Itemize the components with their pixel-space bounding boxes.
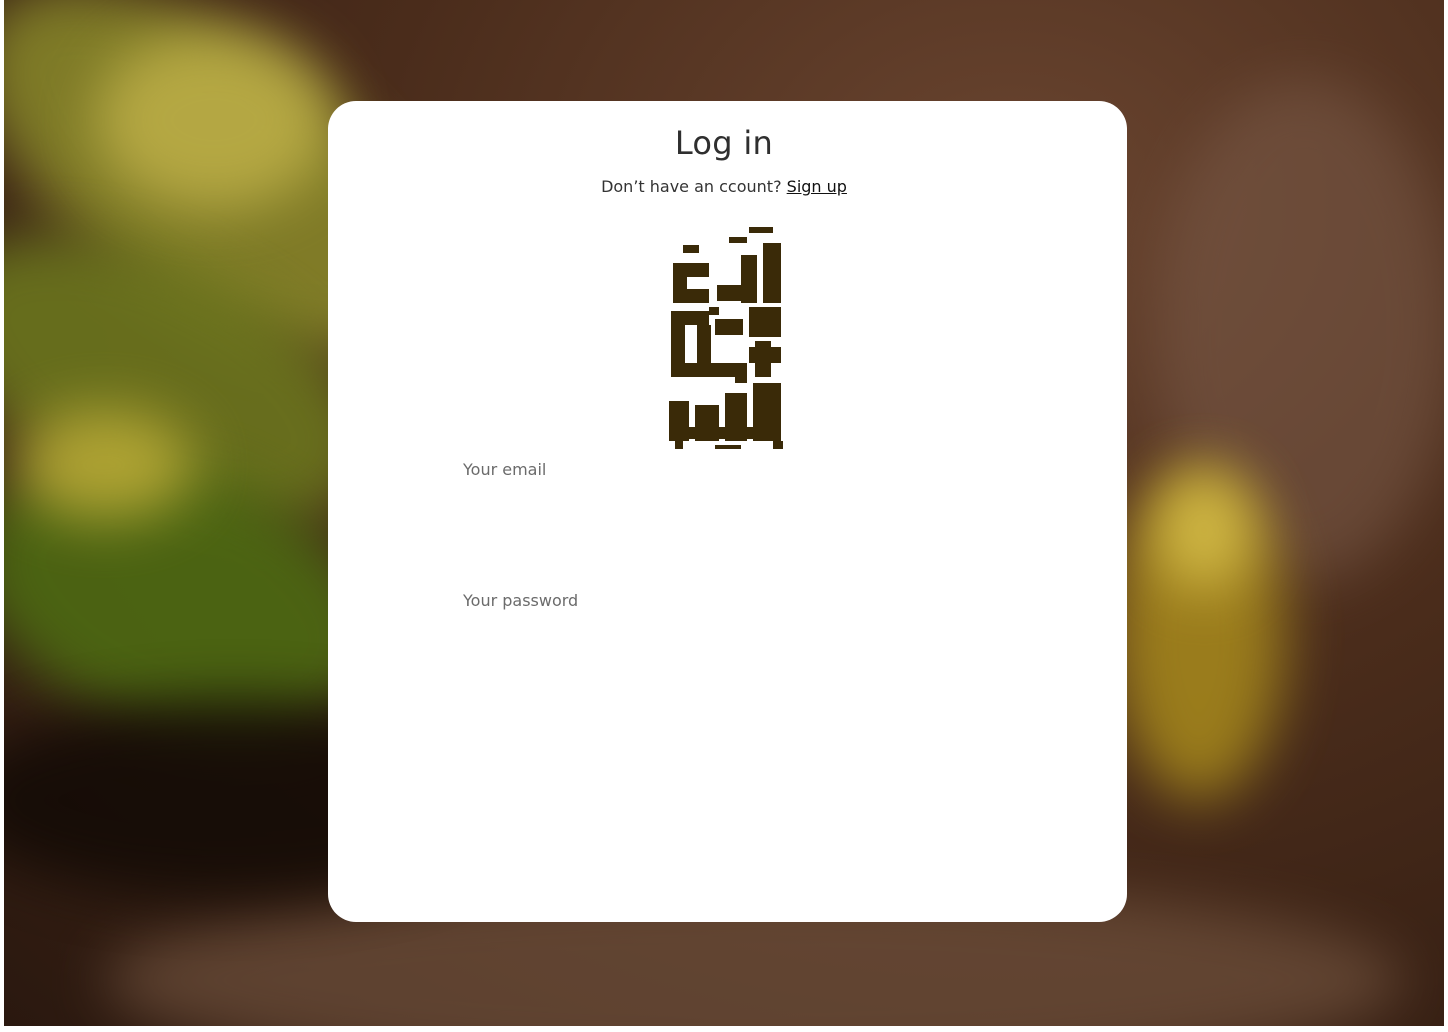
password-label: Your password — [463, 591, 579, 610]
email-input[interactable] — [463, 492, 997, 534]
page-title: Log in — [674, 124, 774, 162]
signup-prompt: Don’t have an ccount? Sign up — [0, 177, 1448, 196]
calligraphy-logo — [669, 227, 783, 449]
no-account-text: Don’t have an ccount? — [601, 177, 782, 196]
signup-link[interactable]: Sign up — [787, 177, 847, 196]
password-input[interactable] — [463, 623, 997, 665]
email-label: Your email — [463, 460, 547, 479]
